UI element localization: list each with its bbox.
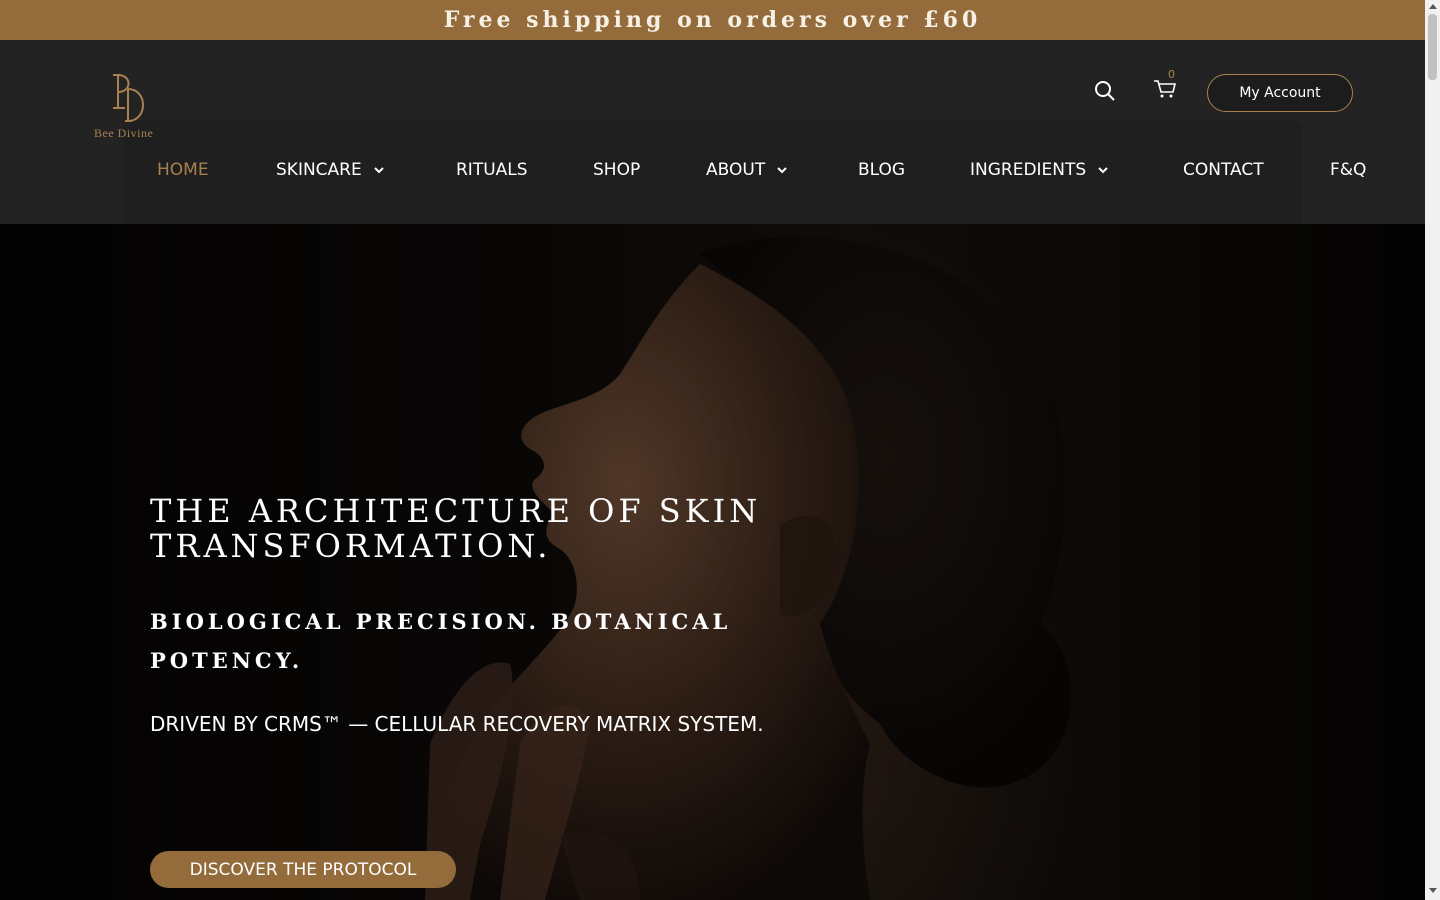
nav-item-rituals[interactable]: RITUALS <box>456 160 528 180</box>
nav-item-about[interactable]: ABOUT <box>706 160 787 180</box>
search-button[interactable] <box>1094 80 1120 106</box>
brand-name: Bee Divine <box>94 126 154 140</box>
cart-count-badge: 0 <box>1168 68 1175 81</box>
hero-tagline: DRIVEN BY CRMS™ — CELLULAR RECOVERY MATR… <box>150 712 764 736</box>
my-account-button[interactable]: My Account <box>1207 74 1353 112</box>
nav-item-label: SHOP <box>593 160 641 180</box>
nav-item-label: ABOUT <box>706 160 766 180</box>
page-scrollbar[interactable] <box>1425 0 1440 900</box>
cart-icon <box>1154 80 1177 98</box>
search-icon <box>1095 81 1115 101</box>
nav-item-home[interactable]: HOME <box>157 160 209 180</box>
nav-item-label: F&Q <box>1330 160 1367 180</box>
scroll-up-arrow-icon[interactable] <box>1429 4 1437 9</box>
chevron-down-icon <box>374 167 384 174</box>
nav-item-skincare[interactable]: SKINCARE <box>276 160 384 180</box>
nav-item-label: SKINCARE <box>276 160 362 180</box>
monogram-logo-icon <box>113 74 144 122</box>
site-header: Bee Divine 0 My Account HOME SKINCARE RI… <box>0 40 1425 224</box>
announcement-text: Free shipping on orders over £60 <box>443 7 982 33</box>
nav-item-faq[interactable]: F&Q <box>1330 160 1366 180</box>
scroll-down-arrow-icon[interactable] <box>1429 888 1437 893</box>
discover-protocol-button[interactable]: DISCOVER THE PROTOCOL <box>150 851 456 888</box>
nav-item-label: HOME <box>157 160 209 180</box>
chevron-down-icon <box>1098 167 1108 174</box>
announcement-bar: Free shipping on orders over £60 <box>0 0 1425 40</box>
scrollbar-thumb[interactable] <box>1428 14 1437 80</box>
nav-item-label: BLOG <box>858 160 906 180</box>
chevron-down-icon <box>777 167 787 174</box>
hero-section: THE ARCHITECTURE OF SKIN TRANSFORMATION.… <box>0 224 1425 900</box>
cart-button[interactable] <box>1153 78 1179 104</box>
hero-title: THE ARCHITECTURE OF SKIN TRANSFORMATION. <box>150 492 762 565</box>
nav-item-label: INGREDIENTS <box>970 160 1087 180</box>
nav-item-shop[interactable]: SHOP <box>593 160 640 180</box>
nav-item-blog[interactable]: BLOG <box>858 160 905 180</box>
nav-item-ingredients[interactable]: INGREDIENTS <box>970 160 1108 180</box>
nav-item-label: CONTACT <box>1183 160 1264 180</box>
nav-item-contact[interactable]: CONTACT <box>1183 160 1264 180</box>
nav-item-label: RITUALS <box>456 160 528 180</box>
hero-subtitle: BIOLOGICAL PRECISION. BOTANICAL POTENCY. <box>150 609 732 673</box>
